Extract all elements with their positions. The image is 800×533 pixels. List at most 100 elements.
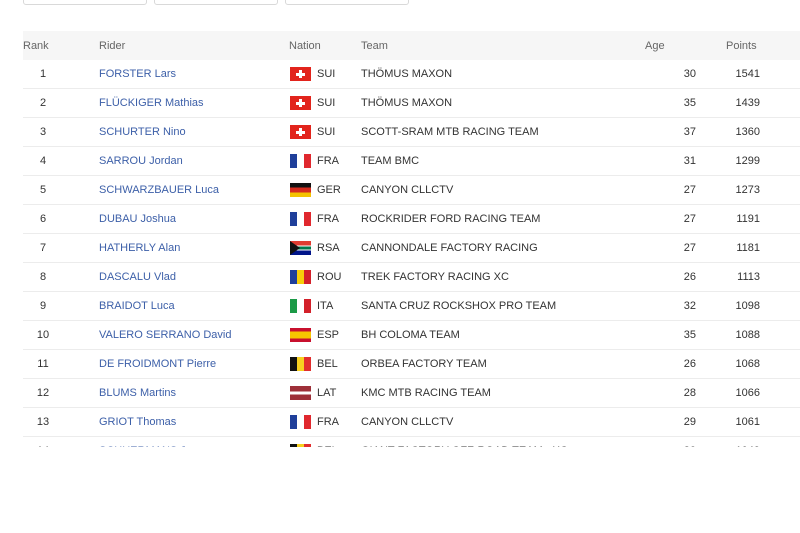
age-cell: 26 bbox=[621, 262, 726, 292]
nation-code: ROU bbox=[317, 271, 342, 283]
header-team[interactable]: Team bbox=[361, 31, 621, 60]
header-age[interactable]: Age bbox=[621, 31, 726, 60]
table-row[interactable]: 12 BLUMS Martins LAT KMC MTB RACING TEAM 28 1… bbox=[23, 378, 800, 408]
filter-dropdown-3[interactable] bbox=[285, 0, 409, 5]
nation-cell: GER bbox=[289, 175, 361, 205]
rider-cell: FLÜCKIGER Mathias bbox=[99, 88, 289, 118]
flag-icon bbox=[290, 415, 311, 429]
age-cell: 27 bbox=[621, 233, 726, 263]
table-row[interactable]: 5 SCHWARZBAUER Luca GER CANYON CLLCTV 27 1273 bbox=[23, 175, 800, 205]
nation-cell: ITA bbox=[289, 291, 361, 321]
rank-cell: 13 bbox=[23, 407, 63, 437]
table-row[interactable]: 3 SCHURTER Nino SUI SCOTT-SRAM MTB RACING T… bbox=[23, 117, 800, 147]
rider-cell: GRIOT Thomas bbox=[99, 407, 289, 437]
rider-link[interactable]: DUBAU Joshua bbox=[99, 213, 176, 225]
table-row[interactable]: 10 VALERO SERRANO David ESP BH COLOMA TEAM 3… bbox=[23, 320, 800, 350]
nation-code: LAT bbox=[317, 387, 337, 399]
flag-icon bbox=[290, 328, 311, 342]
header-rank[interactable]: Rank bbox=[23, 31, 63, 60]
nation-cell: SUI bbox=[289, 88, 361, 118]
flag-icon bbox=[290, 299, 311, 313]
rider-cell: FORSTER Lars bbox=[99, 60, 289, 89]
rank-cell: 8 bbox=[23, 262, 63, 292]
ranking-table: Rank Rider Nation Team Age Points 1 FORST… bbox=[23, 31, 800, 447]
points-cell: 1088 bbox=[726, 320, 800, 350]
points-cell: 1541 bbox=[735, 68, 760, 80]
table-row[interactable]: 4 SARROU Jordan FRA TEAM BMC 31 1299 bbox=[23, 146, 800, 176]
flag-icon bbox=[290, 183, 311, 197]
table-header-row: Rank Rider Nation Team Age Points bbox=[23, 31, 800, 60]
table-row[interactable]: 2 FLÜCKIGER Mathias SUI THÖMUS MAXON 35 1439 bbox=[23, 88, 800, 118]
nation-cell: ROU bbox=[289, 262, 361, 292]
age-cell: 32 bbox=[621, 291, 726, 321]
rank-cell: 1 bbox=[39, 68, 47, 80]
header-points[interactable]: Points bbox=[726, 31, 800, 60]
rank-cell: 11 bbox=[23, 349, 63, 379]
points-cell: 1181 bbox=[726, 233, 800, 263]
age-cell: 35 bbox=[621, 320, 726, 350]
header-nation[interactable]: Nation bbox=[289, 31, 361, 60]
table-row[interactable]: 8 DASCALU Vlad ROU TREK FACTORY RACING XC 26… bbox=[23, 262, 800, 292]
points-cell: 1068 bbox=[726, 349, 800, 379]
table-row[interactable]: 1 FORSTER Lars SUI THÖMUS MAXON 30 1541 bbox=[23, 60, 800, 89]
flag-icon bbox=[290, 125, 311, 139]
nation-code: ITA bbox=[317, 300, 334, 312]
points-cell: 1191 bbox=[726, 204, 800, 234]
rider-link[interactable]: BRAIDOT Luca bbox=[99, 300, 175, 312]
flag-icon bbox=[290, 386, 311, 400]
rank-cell: 2 bbox=[23, 88, 63, 118]
table-row[interactable]: 7 HATHERLY Alan RSA CANNONDALE FACTORY RACI… bbox=[23, 233, 800, 263]
team-cell: BH COLOMA TEAM bbox=[361, 320, 621, 350]
rider-link[interactable]: SCHURTER Nino bbox=[99, 126, 186, 138]
rider-link[interactable]: SCHWARZBAUER Luca bbox=[99, 184, 219, 196]
age-cell: 27 bbox=[621, 175, 726, 205]
rider-link[interactable]: HATHERLY Alan bbox=[99, 242, 180, 254]
rank-cell: 7 bbox=[23, 233, 63, 263]
rider-link[interactable]: FLÜCKIGER Mathias bbox=[99, 97, 204, 109]
points-cell: 1439 bbox=[726, 88, 800, 118]
filter-dropdown-1[interactable] bbox=[23, 0, 147, 5]
rank-cell: 3 bbox=[23, 117, 63, 147]
points-cell: 1061 bbox=[726, 407, 800, 437]
points-cell: 1098 bbox=[726, 291, 800, 321]
table-row[interactable]: 13 GRIOT Thomas FRA CANYON CLLCTV 29 1061 bbox=[23, 407, 800, 437]
rank-cell: 4 bbox=[23, 146, 63, 176]
rider-link[interactable]: DASCALU Vlad bbox=[99, 271, 176, 283]
rider-cell: VALERO SERRANO David bbox=[99, 320, 289, 350]
flag-icon bbox=[290, 212, 311, 226]
rank-cell: 5 bbox=[23, 175, 63, 205]
header-rider[interactable]: Rider bbox=[99, 31, 289, 60]
rider-link[interactable]: SARROU Jordan bbox=[99, 155, 183, 167]
rider-link[interactable]: FORSTER Lars bbox=[99, 68, 176, 80]
team-cell: CANNONDALE FACTORY RACING bbox=[361, 233, 621, 263]
table-row[interactable]: 6 DUBAU Joshua FRA ROCKRIDER FORD RACING TE… bbox=[23, 204, 800, 234]
rider-link[interactable]: GRIOT Thomas bbox=[99, 416, 176, 428]
nation-code: GER bbox=[317, 184, 341, 196]
rider-link[interactable]: SCHUERMANS Jens bbox=[99, 445, 204, 447]
team-cell: GIANT FACTORY OFF-ROAD TEAM - XC bbox=[361, 436, 621, 447]
rider-link[interactable]: VALERO SERRANO David bbox=[99, 329, 231, 341]
table-row[interactable]: 11 DE FROIDMONT Pierre BEL ORBEA FACTORY TE… bbox=[23, 349, 800, 379]
nation-cell: BEL bbox=[289, 436, 361, 447]
nation-cell: ESP bbox=[289, 320, 361, 350]
points-cell: 1360 bbox=[726, 117, 800, 147]
rider-link[interactable]: DE FROIDMONT Pierre bbox=[99, 358, 216, 370]
table-row[interactable]: 9 BRAIDOT Luca ITA SANTA CRUZ ROCKSHOX PRO … bbox=[23, 291, 800, 321]
age-cell: 30 bbox=[683, 68, 696, 80]
rider-link[interactable]: BLUMS Martins bbox=[99, 387, 176, 399]
table-row[interactable]: 14 SCHUERMANS Jens BEL GIANT FACTORY OFF-RO… bbox=[23, 436, 800, 447]
flag-icon bbox=[290, 96, 311, 110]
points-cell: 1299 bbox=[726, 146, 800, 176]
ranking-table-container: Rank Rider Nation Team Age Points 1 FORST… bbox=[23, 31, 800, 447]
age-cell: 27 bbox=[621, 204, 726, 234]
points-cell: 1049 bbox=[726, 436, 800, 447]
team-cell: TEAM BMC bbox=[361, 146, 621, 176]
nation-code: FRA bbox=[317, 416, 339, 428]
rider-cell: BLUMS Martins bbox=[99, 378, 289, 408]
rider-cell: SARROU Jordan bbox=[99, 146, 289, 176]
nation-code: FRA bbox=[317, 213, 339, 225]
points-cell: 1066 bbox=[726, 378, 800, 408]
filter-dropdown-2[interactable] bbox=[154, 0, 278, 5]
rank-cell: 14 bbox=[23, 436, 63, 447]
rider-cell: DE FROIDMONT Pierre bbox=[99, 349, 289, 379]
